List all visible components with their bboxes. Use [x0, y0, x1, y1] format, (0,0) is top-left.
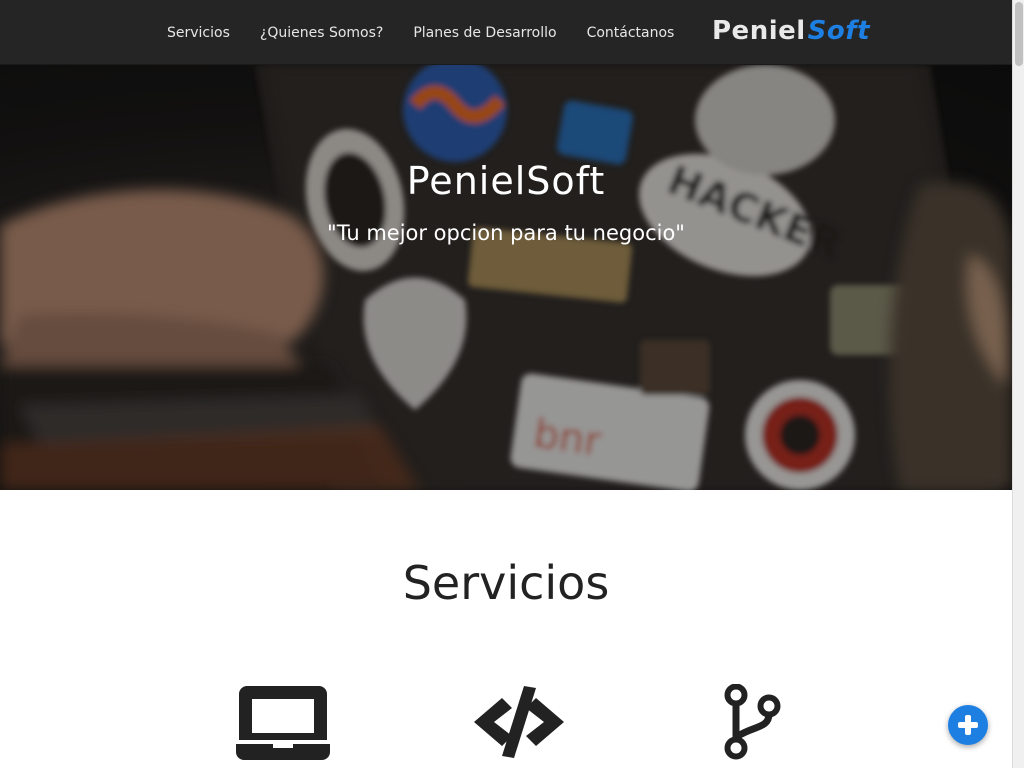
nav-link-planes-desarrollo[interactable]: Planes de Desarrollo: [398, 25, 571, 41]
add-fab-button[interactable]: [948, 705, 988, 745]
code-branch-icon: [724, 684, 781, 760]
nav-link-contactanos[interactable]: Contáctanos: [572, 25, 690, 41]
nav-links: Servicios ¿Quienes Somos? Planes de Desa…: [152, 0, 689, 65]
nav-link-quienes-somos[interactable]: ¿Quienes Somos?: [245, 25, 398, 41]
scrollbar-thumb[interactable]: [1015, 2, 1023, 66]
hero-subtitle: "Tu mejor opcion para tu negocio": [327, 221, 685, 245]
brand-logo[interactable]: Peniel Soft: [712, 16, 870, 52]
navbar: Servicios ¿Quienes Somos? Planes de Desa…: [0, 0, 1012, 65]
hero-banner: HACKER bnr PenielSoft "Tu mejor opcion p…: [0, 65, 1012, 490]
hero-title: PenielSoft: [406, 159, 606, 203]
code-icon: [474, 686, 564, 758]
page: Servicios ¿Quienes Somos? Planes de Desa…: [0, 0, 1012, 768]
brand-name-part2: Soft: [807, 16, 870, 46]
hero-dark-overlay: [0, 65, 1012, 490]
nav-link-servicios[interactable]: Servicios: [152, 25, 245, 41]
brand-name-part1: Peniel: [712, 16, 806, 46]
services-title: Servicios: [402, 556, 610, 610]
page-scrollbar[interactable]: [1012, 0, 1024, 768]
plus-icon: [958, 715, 978, 735]
laptop-icon: [236, 686, 330, 760]
